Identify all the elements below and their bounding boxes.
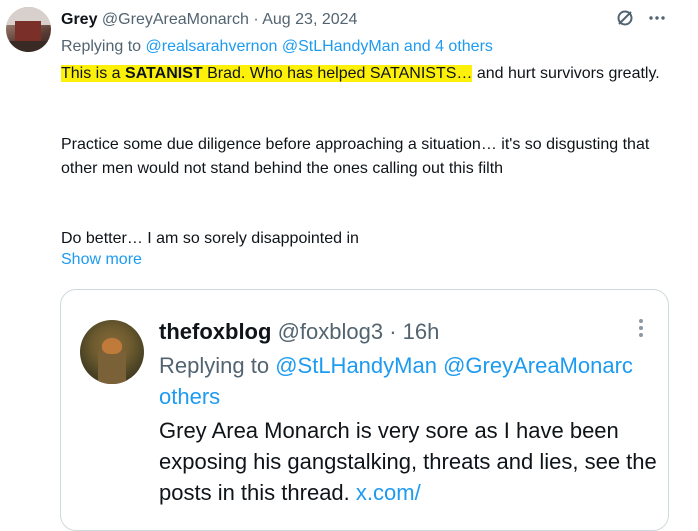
avatar-stump (98, 350, 126, 384)
show-more-link[interactable]: Show more (61, 250, 142, 270)
header-actions (616, 10, 666, 30)
replying-to: Replying to @realsarahvernon @StLHandyMa… (61, 37, 493, 57)
grok-icon[interactable] (616, 9, 634, 31)
tweet-body-para3: Do better… I am so sorely disappointed i… (61, 230, 359, 247)
quote-author-handle[interactable]: @foxblog3 (278, 319, 384, 344)
tweet-body-para2: Practice some due diligence before appro… (61, 136, 650, 177)
body-text: and hurt survivors greatly. (472, 65, 660, 82)
quote-text: Grey Area Monarch is very sore as I have… (159, 415, 659, 508)
replying-prefix: Replying to (61, 38, 142, 55)
quote-link[interactable]: x.com/ (356, 480, 421, 505)
highlighted-text: This is a SATANIST Brad. Who has helped … (61, 65, 473, 82)
header-separator: · (253, 11, 259, 28)
body-text: Brad. Who has helped SATANISTS… (202, 65, 473, 82)
quote-replying-to: Replying to @StLHandyMan @GreyAreaMonarc… (159, 350, 668, 412)
avatar-fox (102, 338, 122, 354)
avatar-ground (6, 41, 51, 52)
quote-header: thefoxblog @foxblog3 · 16h (159, 317, 439, 347)
quote-author-name[interactable]: thefoxblog (159, 319, 271, 344)
mention-link[interactable]: @StLHandyMan (275, 353, 437, 378)
tweet-date[interactable]: Aug 23, 2024 (262, 11, 357, 28)
quote-author-avatar[interactable] (80, 320, 144, 384)
quote-separator: · (389, 319, 397, 344)
author-avatar[interactable] (6, 7, 51, 52)
quote-time[interactable]: 16h (403, 319, 440, 344)
quote-more-icon[interactable] (638, 318, 644, 342)
tweet-body-para1: This is a SATANIST Brad. Who has helped … (61, 62, 661, 86)
mention-link[interactable]: @StLHandyMan (282, 38, 400, 55)
quoted-tweet[interactable]: thefoxblog @foxblog3 · 16h Replying to @… (60, 289, 669, 531)
quote-replying-line: Replying to @StLHandyMan @GreyAreaMonarc (159, 350, 668, 381)
quote-replying-prefix: Replying to (159, 353, 270, 378)
mention-link[interactable]: @realsarahvernon (146, 38, 278, 55)
author-handle[interactable]: @GreyAreaMonarch (102, 11, 249, 28)
more-icon[interactable] (648, 9, 666, 31)
replying-others-link[interactable]: 4 others (435, 38, 493, 55)
replying-and: and (403, 38, 431, 55)
author-name[interactable]: Grey (61, 11, 97, 28)
mention-link[interactable]: @GreyAreaMonarc (443, 353, 633, 378)
quote-replying-others[interactable]: others (159, 381, 668, 412)
tweet-header: Grey @GreyAreaMonarch · Aug 23, 2024 (61, 10, 357, 30)
body-text: This is a (61, 65, 126, 82)
body-bold-text: SATANIST (125, 65, 203, 82)
